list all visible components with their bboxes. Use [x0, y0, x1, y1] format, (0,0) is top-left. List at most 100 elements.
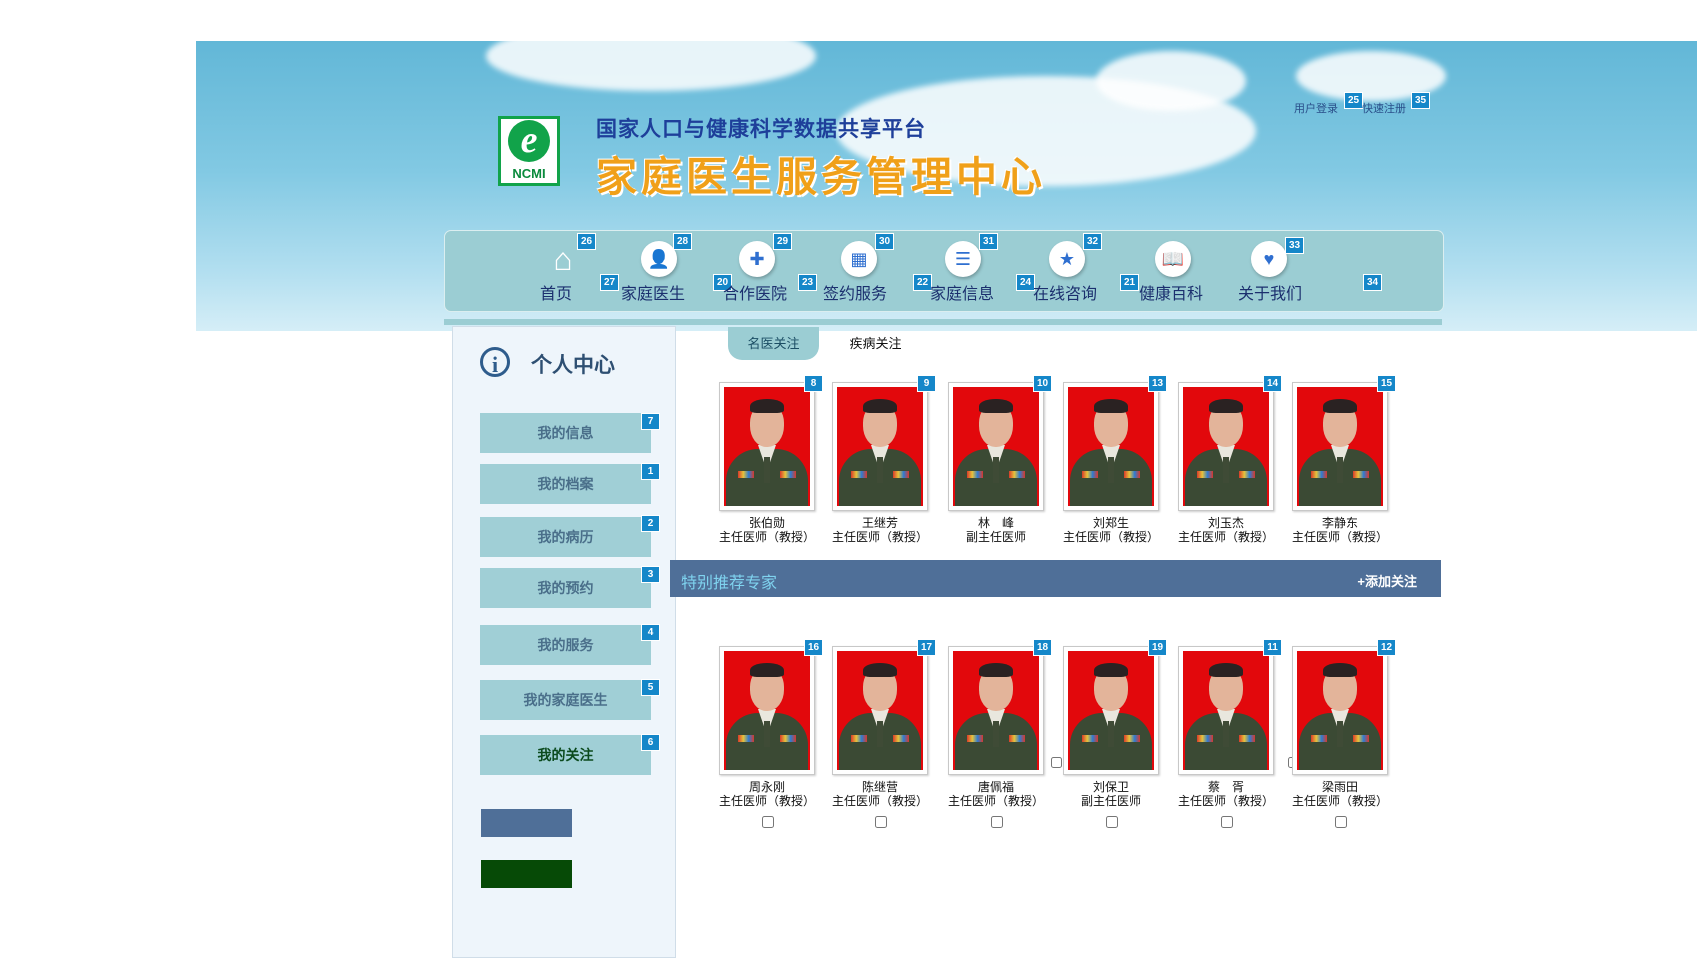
doctor-card[interactable]: 林 峰副主任医师	[941, 382, 1051, 544]
doctor-name: 周永刚	[748, 780, 785, 794]
nav-health-wiki[interactable]: 📖 健康百科	[1135, 231, 1211, 311]
nav-badge: 27	[600, 274, 619, 291]
doctor-card[interactable]: 刘郑生 主任医师（教授）	[1056, 382, 1166, 544]
nav-badge: 33	[1285, 237, 1304, 254]
doctor-select-checkbox[interactable]	[874, 816, 887, 828]
nav-label: 家庭医生	[621, 286, 686, 303]
doctor-card[interactable]: 周永刚 主任医师（教授）	[712, 646, 822, 833]
nav-family-info[interactable]: ☰ 家庭信息 31	[925, 231, 1001, 311]
nav-label: 家庭信息	[930, 286, 995, 303]
nav-label: 关于我们	[1238, 286, 1303, 303]
book-icon: 📖	[1155, 241, 1191, 277]
doctor-portrait	[953, 651, 1039, 770]
sidebar-item-label: 我的档案	[537, 476, 594, 492]
doctor-badge: 13	[1148, 375, 1167, 392]
doctor-photo[interactable]	[948, 646, 1044, 775]
nav-online-consult[interactable]: ★ 在线咨询 32	[1027, 231, 1103, 311]
doctor-card[interactable]: 唐佩福 主任医师（教授）	[941, 646, 1051, 833]
doctor-card[interactable]: 蔡 胥主任医师（教授）	[1171, 646, 1281, 833]
doctor-name: 林 峰	[977, 516, 1014, 530]
doctor-photo[interactable]	[948, 382, 1044, 511]
doctor-title: 副主任医师	[965, 530, 1026, 544]
doctor-card[interactable]: 张伯勋 主任医师（教授）	[712, 382, 822, 544]
sidebar-item-label: 我的预约	[537, 580, 594, 596]
doctor-photo[interactable]	[1292, 646, 1388, 775]
sidebar-item-my-records[interactable]: 我的档案	[480, 464, 651, 504]
sidebar-item-my-info[interactable]: 我的信息	[480, 413, 651, 453]
doctor-photo[interactable]	[719, 382, 815, 511]
sidebar-badge: 6	[641, 734, 660, 751]
doctor-select-checkbox[interactable]	[1334, 816, 1347, 828]
doctor-photo[interactable]	[832, 646, 928, 775]
doctor-badge: 15	[1377, 375, 1396, 392]
sidebar-green-button[interactable]	[481, 860, 572, 888]
doctor-portrait	[1068, 651, 1154, 770]
doctor-card[interactable]: 陈继营 主任医师（教授）	[825, 646, 935, 833]
sidebar-item-my-appointments[interactable]: 我的预约	[480, 568, 651, 608]
doctor-title: 主任医师（教授）	[718, 530, 815, 544]
nav-home[interactable]: ⌂ 首页 26	[533, 231, 596, 311]
recommended-header: 特别推荐专家 +添加关注	[670, 560, 1441, 597]
doctor-photo[interactable]	[1063, 646, 1159, 775]
doctor-badge: 18	[1033, 639, 1052, 656]
doctor-photo[interactable]	[832, 382, 928, 511]
doctor-card[interactable]: 王继芳 主任医师（教授）	[825, 382, 935, 544]
sidebar-item-my-follows[interactable]: 我的关注	[480, 735, 651, 775]
doctor-card[interactable]: 刘玉杰 主任医师（教授）	[1171, 382, 1281, 544]
document-icon: ☰	[945, 241, 981, 277]
doctor-badge: 12	[1377, 639, 1396, 656]
logo-text: NCMI	[512, 166, 546, 181]
add-follow-button[interactable]: +添加关注	[1357, 571, 1417, 590]
doctor-portrait	[837, 387, 923, 506]
doctor-select-checkbox[interactable]	[761, 816, 774, 828]
sidebar-badge: 1	[641, 463, 660, 480]
doctor-photo[interactable]	[1178, 646, 1274, 775]
sidebar-blue-button[interactable]	[481, 809, 572, 837]
doctor-name: 唐佩福	[977, 780, 1014, 794]
calendar-icon: ▦	[841, 241, 877, 277]
nav-badge: 34	[1363, 274, 1382, 291]
tab-disease-follow[interactable]: 疾病关注	[830, 327, 921, 360]
logo-e-icon: e	[508, 120, 550, 162]
nav-contract-service[interactable]: ▦ 签约服务 30	[819, 231, 895, 311]
register-link[interactable]: 快速注册	[1362, 100, 1406, 116]
tab-famous-doctors[interactable]: 名医关注	[728, 327, 819, 360]
nav-family-doctor[interactable]: 👤 家庭医生 28	[621, 231, 697, 311]
doctor-name: 梁雨田	[1321, 780, 1358, 794]
doctor-portrait	[1297, 387, 1383, 506]
main-nav: ⌂ 首页 26 27 👤 家庭医生 28 20 ✚ 合作医院 29 23 ▦ 签…	[444, 230, 1444, 312]
doctor-select-checkbox[interactable]	[990, 816, 1003, 828]
login-badge: 25	[1344, 92, 1363, 109]
doctor-title: 主任医师（教授）	[1291, 530, 1388, 544]
sidebar-item-my-family-doctor[interactable]: 我的家庭医生	[480, 680, 651, 720]
doctor-photo[interactable]	[1178, 382, 1274, 511]
nav-label: 合作医院	[723, 286, 788, 303]
doctor-title: 主任医师（教授）	[947, 794, 1044, 808]
sidebar-item-my-services[interactable]: 我的服务	[480, 625, 651, 665]
sidebar: i 个人中心 我的信息 7 我的档案 1 我的病历 2 我的预约 3 我的服务 …	[452, 326, 676, 958]
nav-divider	[444, 319, 1442, 325]
doctor-badge: 9	[917, 375, 936, 392]
nav-badge: 23	[798, 274, 817, 291]
doctor-photo[interactable]	[719, 646, 815, 775]
login-link[interactable]: 用户登录	[1294, 100, 1338, 116]
doctor-badge: 11	[1263, 639, 1282, 656]
doctor-photo[interactable]	[1292, 382, 1388, 511]
nav-badge: 29	[773, 233, 792, 250]
doctor-badge: 14	[1263, 375, 1282, 392]
doctor-select-checkbox[interactable]	[1105, 816, 1118, 828]
doctor-title: 主任医师（教授）	[1062, 530, 1159, 544]
nav-partner-hospital[interactable]: ✚ 合作医院 29	[719, 231, 795, 311]
star-chat-icon: ★	[1049, 241, 1085, 277]
doctor-card[interactable]: 刘保卫 副主任医师	[1056, 646, 1166, 833]
doctor-card[interactable]: 李静东 主任医师（教授）	[1285, 382, 1395, 544]
doctor-photo[interactable]	[1063, 382, 1159, 511]
doctor-select-checkbox[interactable]	[1220, 816, 1233, 828]
doctor-portrait	[1183, 651, 1269, 770]
sidebar-badge: 3	[641, 566, 660, 583]
sidebar-badge: 7	[641, 413, 660, 430]
sidebar-item-my-medical-history[interactable]: 我的病历	[480, 517, 651, 557]
doctor-card[interactable]: 梁雨田 主任医师（教授）	[1285, 646, 1395, 833]
doctor-name: 刘保卫	[1092, 780, 1129, 794]
nav-about-us[interactable]: ♥ 关于我们 33	[1235, 231, 1311, 311]
